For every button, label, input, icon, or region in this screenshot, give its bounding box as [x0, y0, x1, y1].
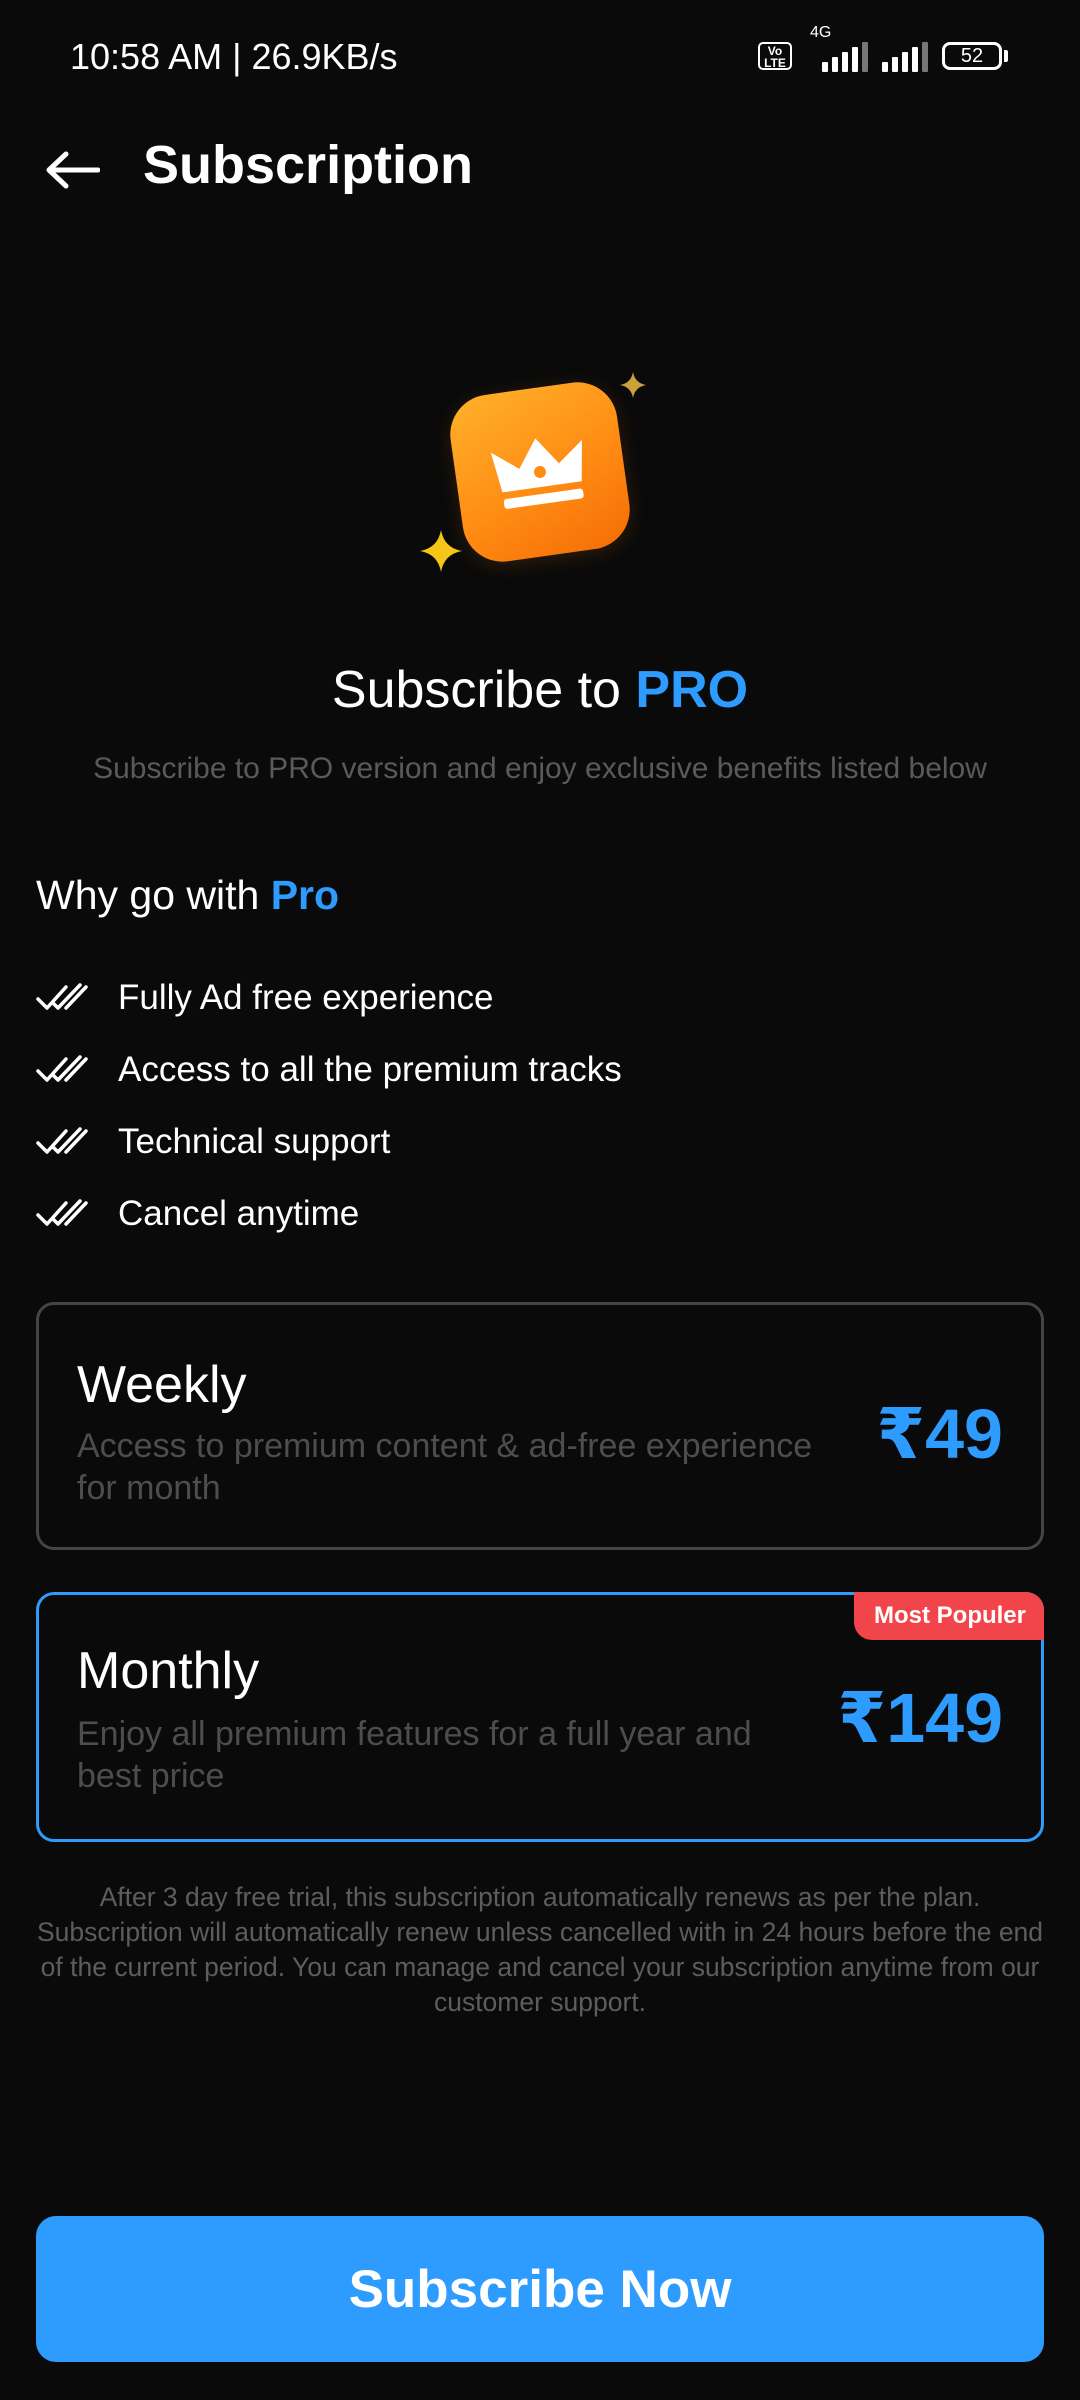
battery-level: 52: [942, 42, 1002, 70]
status-bar: 10:58 AM | 26.9KB/s Vo LTE 4G 52: [0, 0, 1080, 120]
signal-icon: 4G: [806, 24, 868, 72]
hero-title-accent: PRO: [635, 661, 749, 719]
benefits-heading-prefix: Why go with: [36, 872, 271, 918]
double-check-icon: [36, 983, 88, 1010]
crown-icon: [490, 438, 584, 509]
crown-badge: [445, 377, 635, 567]
plan-description: Enjoy all premium features for a full ye…: [77, 1715, 752, 1795]
benefits-list: Fully Ad free experience Access to all t…: [36, 962, 622, 1250]
benefit-text: Fully Ad free experience: [118, 978, 494, 1017]
signal-icon-2: [882, 40, 928, 72]
benefit-text: Technical support: [118, 1122, 391, 1161]
hero-title-prefix: Subscribe to: [331, 661, 636, 719]
double-check-icon: [36, 1199, 88, 1226]
battery-icon: 52: [942, 42, 1008, 70]
benefit-item: Fully Ad free experience: [36, 962, 622, 1034]
plan-card-weekly[interactable]: Weekly Access to premium content & ad-fr…: [36, 1302, 1044, 1550]
volte-icon: Vo LTE: [758, 42, 792, 70]
page-title: Subscription: [143, 135, 474, 195]
status-icons: Vo LTE 4G 52: [758, 24, 1008, 72]
hero-subtitle: Subscribe to PRO version and enjoy exclu…: [93, 752, 987, 785]
plan-card-monthly[interactable]: Most Populer Monthly Enjoy all premium f…: [36, 1592, 1044, 1842]
subscribe-now-button[interactable]: Subscribe Now: [36, 2216, 1044, 2362]
arrow-left-icon: [46, 151, 100, 189]
hero-title: Subscribe to PRO: [0, 660, 1080, 720]
benefit-item: Access to all the premium tracks: [36, 1034, 622, 1106]
plan-name: Monthly: [77, 1642, 260, 1700]
plan-price: ₹49: [876, 1395, 1003, 1473]
benefit-text: Cancel anytime: [118, 1194, 360, 1233]
app-header: Subscription: [0, 120, 1080, 220]
sparkle-icon-small: [620, 372, 646, 398]
back-button[interactable]: [36, 140, 108, 200]
benefits-heading-accent: Pro: [270, 872, 340, 918]
double-check-icon: [36, 1127, 88, 1154]
sparkle-icon: [420, 530, 462, 572]
benefit-text: Access to all the premium tracks: [118, 1050, 622, 1089]
status-time: 10:58 AM | 26.9KB/s: [70, 36, 398, 77]
plan-name: Weekly: [77, 1356, 247, 1414]
benefits-heading: Why go with Pro: [36, 872, 339, 919]
network-type: 4G: [810, 24, 832, 41]
plan-description: Access to premium content & ad-free expe…: [77, 1427, 813, 1507]
benefit-item: Cancel anytime: [36, 1178, 622, 1250]
pro-hero-graphic: [420, 360, 670, 600]
benefit-item: Technical support: [36, 1106, 622, 1178]
double-check-icon: [36, 1055, 88, 1082]
plan-price: ₹149: [837, 1679, 1004, 1757]
most-popular-badge: Most Populer: [853, 1592, 1044, 1640]
renewal-disclaimer: After 3 day free trial, this subscriptio…: [36, 1882, 1044, 2017]
